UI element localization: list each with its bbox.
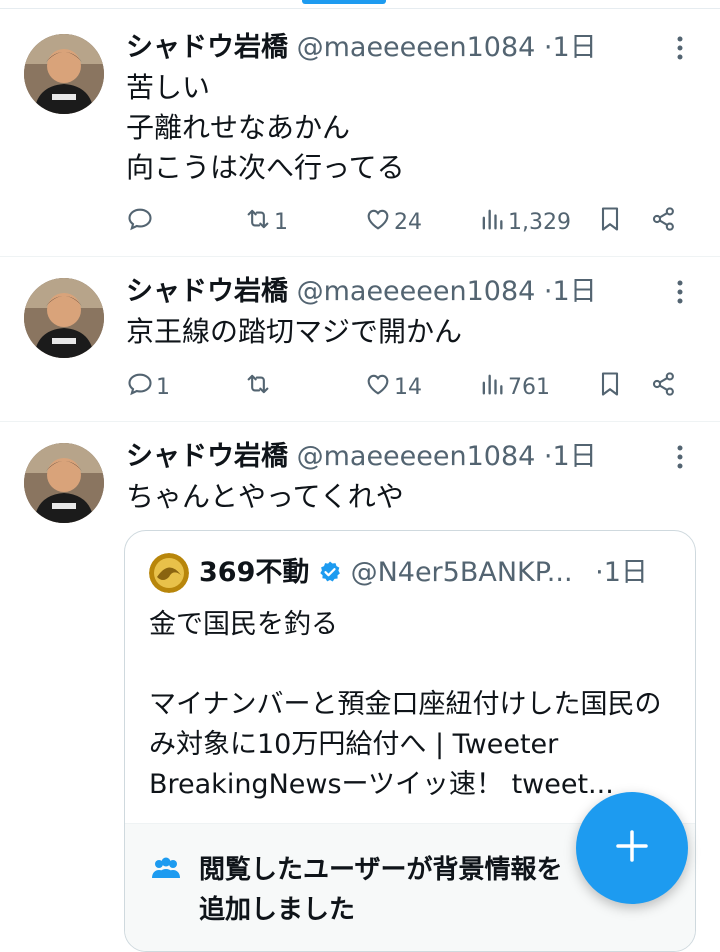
more-icon[interactable] [670, 274, 690, 310]
like-icon [364, 205, 392, 239]
action-bar: 1 14 761 [126, 367, 696, 407]
views-icon [478, 205, 506, 239]
tweet-header: シャドウ岩橋 @maeeeeen1084 ·1日 [126, 274, 597, 310]
quote-author-name[interactable]: 369不動 [199, 557, 309, 588]
retweet-button[interactable]: 1 [244, 202, 288, 242]
bookmark-icon [596, 370, 624, 404]
like-button[interactable]: 24 [364, 202, 422, 242]
views-count: 1,329 [508, 209, 571, 235]
verified-icon [318, 558, 342, 594]
like-button[interactable]: 14 [364, 367, 422, 407]
quote-author-handle[interactable]: @N4er5BANKP... [351, 557, 573, 588]
dot-separator: · [543, 441, 553, 472]
dot-separator: · [543, 32, 553, 63]
retweet-count: 1 [274, 209, 288, 235]
community-note-text: 閲覧したユーザーが背景情報を追加しました [199, 855, 563, 925]
views-button[interactable]: 761 [478, 367, 550, 407]
timestamp[interactable]: 1日 [553, 276, 597, 307]
timestamp[interactable]: 1日 [553, 441, 597, 472]
dot-separator: · [595, 557, 604, 588]
views-button[interactable]: 1,329 [478, 202, 571, 242]
community-notes-icon [151, 856, 181, 882]
quote-timestamp[interactable]: 1日 [604, 557, 648, 588]
tweet[interactable]: シャドウ岩橋 @maeeeeen1084 ·1日 苦しい 子離れせなあかん 向こ… [0, 0, 720, 256]
reply-icon [126, 205, 154, 239]
compose-button[interactable] [576, 792, 688, 904]
more-icon[interactable] [670, 30, 690, 66]
reply-button[interactable] [126, 202, 156, 242]
more-icon[interactable] [670, 439, 690, 475]
views-count: 761 [508, 374, 550, 400]
tweet[interactable]: シャドウ岩橋 @maeeeeen1084 ·1日 京王線の踏切マジで開かん 1 … [0, 257, 720, 421]
tweet-text: ちゃんとやってくれや [126, 480, 404, 513]
share-icon [650, 205, 678, 239]
author-handle[interactable]: @maeeeeen1084 [297, 276, 536, 307]
tweet-text: 苦しい 子離れせなあかん 向こうは次へ行ってる [126, 71, 405, 184]
tweet-text: 京王線の踏切マジで開かん [126, 315, 463, 348]
quote-header: 369不動 @N4er5BANKP... ·1日 [199, 555, 648, 591]
like-count: 14 [394, 374, 422, 400]
retweet-icon [244, 205, 272, 239]
share-button[interactable] [650, 202, 678, 242]
avatar[interactable] [24, 443, 104, 523]
author-name[interactable]: シャドウ岩橋 [126, 276, 288, 307]
author-handle[interactable]: @maeeeeen1084 [297, 441, 536, 472]
bookmark-icon [596, 205, 624, 239]
author-name[interactable]: シャドウ岩橋 [126, 32, 288, 63]
author-name[interactable]: シャドウ岩橋 [126, 441, 288, 472]
retweet-icon [244, 370, 272, 404]
bookmark-button[interactable] [596, 202, 624, 242]
views-icon [478, 370, 506, 404]
tweet-header: シャドウ岩橋 @maeeeeen1084 ·1日 [126, 30, 597, 66]
bookmark-button[interactable] [596, 367, 624, 407]
like-count: 24 [394, 209, 422, 235]
compose-plus-icon [612, 826, 652, 870]
quote-avatar[interactable] [149, 553, 189, 593]
quote-text: 金で国民を釣る マイナンバーと預金口座紐付けした国民のみ対象に10万円給付へ |… [149, 609, 662, 800]
avatar[interactable] [24, 278, 104, 358]
avatar[interactable] [24, 34, 104, 114]
like-icon [364, 370, 392, 404]
action-bar: 1 24 1,329 [126, 202, 696, 242]
share-button[interactable] [650, 367, 678, 407]
reply-icon [126, 370, 154, 404]
timestamp[interactable]: 1日 [553, 32, 597, 63]
reply-button[interactable]: 1 [126, 367, 170, 407]
share-icon [650, 370, 678, 404]
reply-count: 1 [156, 374, 170, 400]
retweet-button[interactable] [244, 367, 274, 407]
dot-separator: · [543, 276, 553, 307]
author-handle[interactable]: @maeeeeen1084 [297, 32, 536, 63]
tweet-header: シャドウ岩橋 @maeeeeen1084 ·1日 [126, 439, 597, 475]
